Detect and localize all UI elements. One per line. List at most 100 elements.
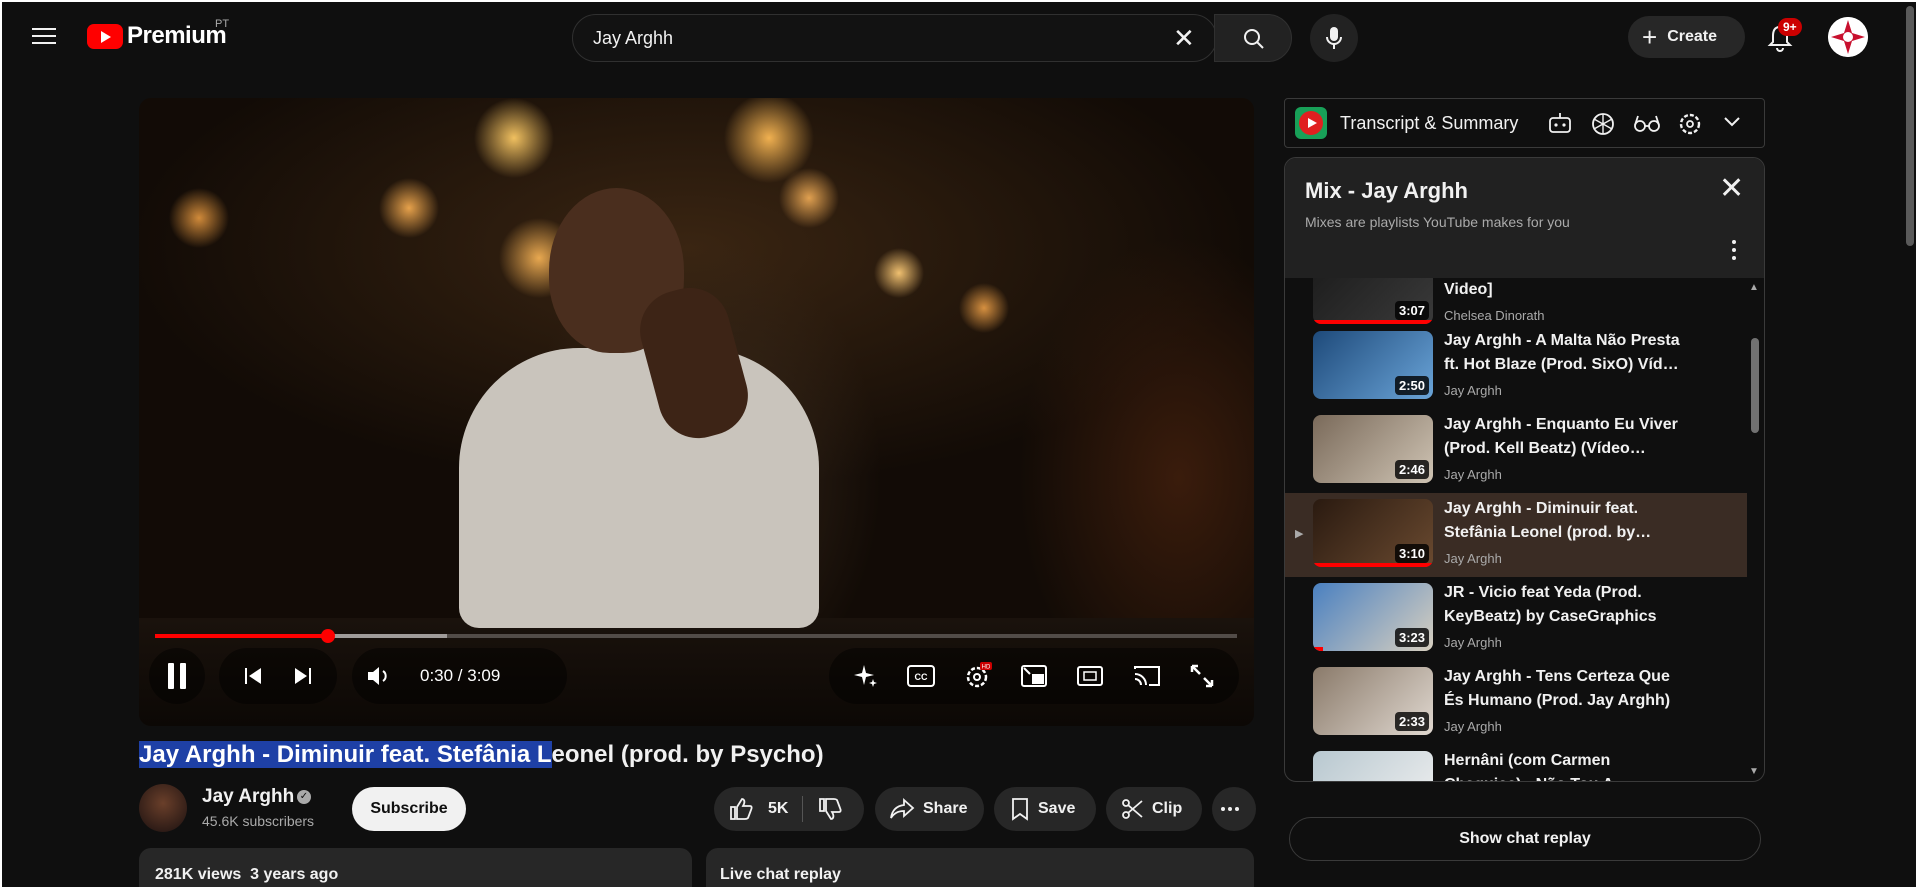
video-title-selected-text: Jay Arghh - Diminuir feat. Stefânia L: [139, 741, 552, 768]
settings-gear-icon[interactable]: HD: [964, 662, 992, 690]
subscribe-button[interactable]: Subscribe: [352, 787, 466, 831]
right-controls: CC HD: [829, 648, 1239, 704]
watched-progress-bar: [1313, 563, 1433, 567]
cast-icon[interactable]: [1133, 664, 1161, 688]
channel-name[interactable]: Jay Arghh: [202, 786, 294, 808]
mix-item-thumbnail[interactable]: 2:33: [1313, 667, 1433, 735]
close-icon[interactable]: ✕: [1719, 174, 1744, 204]
openai-icon[interactable]: [1590, 111, 1616, 137]
mix-list: 3:07 (@AndersonMario) [Lyric Video] Chelse…: [1285, 278, 1764, 781]
live-chat-label: Live chat replay: [720, 866, 841, 883]
search-input[interactable]: Jay Arghh: [593, 28, 673, 49]
save-label: Save: [1038, 800, 1076, 817]
search-icon: [1244, 29, 1264, 49]
mix-list-item[interactable]: ▶ 3:10 Jay Arghh - Diminuir feat. Stefânia…: [1285, 493, 1747, 577]
ai-sparkle-icon[interactable]: [853, 663, 879, 689]
upload-age: 3 years ago: [250, 866, 339, 883]
create-button[interactable]: + Create: [1628, 16, 1745, 58]
robot-icon[interactable]: [1547, 111, 1573, 135]
chevron-down-icon[interactable]: [1723, 116, 1741, 128]
extension-settings-icon[interactable]: [1677, 111, 1703, 137]
progress-played: [155, 634, 329, 638]
like-dislike-group: 5K: [714, 787, 864, 831]
clip-button[interactable]: Clip: [1106, 787, 1202, 831]
next-icon[interactable]: [292, 665, 314, 687]
mix-item-title[interactable]: Jay Arghh - A Malta Não Presta ft. Hot B…: [1444, 329, 1684, 377]
mix-item-title[interactable]: JR - Vicio feat Yeda (Prod. KeyBeatz) by…: [1444, 581, 1684, 629]
mix-list-item[interactable]: 2:50 Jay Arghh - A Malta Não Presta ft. H…: [1285, 325, 1747, 409]
subtitles-icon[interactable]: CC: [907, 665, 936, 687]
save-button[interactable]: Save: [994, 787, 1096, 831]
plus-icon: +: [1642, 22, 1658, 52]
more-actions-button[interactable]: [1212, 787, 1256, 831]
channel-avatar[interactable]: [139, 784, 187, 832]
video-player[interactable]: 0:30 / 3:09 CC HD: [139, 98, 1254, 726]
like-thumb-icon[interactable]: [728, 796, 754, 822]
mix-list-item[interactable]: Hernâni (com Carmen Chaquice) - Não Tou …: [1285, 745, 1747, 781]
live-chat-box[interactable]: Live chat replay: [706, 848, 1254, 887]
mix-item-thumbnail[interactable]: 2:46: [1313, 415, 1433, 483]
svg-text:HD: HD: [981, 665, 990, 671]
mix-item-title[interactable]: Jay Arghh - Tens Certeza Que És Humano (…: [1444, 665, 1684, 713]
subscriber-count: 45.6K subscribers: [202, 813, 315, 829]
youtube-premium-logo[interactable]: Premium PT: [87, 18, 229, 50]
masthead: Premium PT Jay Arghh ✕ + Create 9+: [2, 2, 1916, 72]
previous-icon[interactable]: [242, 665, 264, 687]
menu-icon[interactable]: [30, 23, 58, 51]
search-button[interactable]: [1214, 14, 1292, 62]
scroll-up-arrow-icon[interactable]: ▲: [1749, 282, 1759, 293]
verified-check-icon: ✓: [297, 790, 311, 804]
mix-item-title[interactable]: Jay Arghh - Diminuir feat. Stefânia Leon…: [1444, 497, 1684, 545]
account-avatar[interactable]: [1828, 17, 1868, 57]
mix-list-item[interactable]: 2:33 Jay Arghh - Tens Certeza Que És Huma…: [1285, 661, 1747, 745]
mix-item-title[interactable]: Hernâni (com Carmen Chaquice) - Não Tou …: [1444, 749, 1684, 781]
browser-window: Premium PT Jay Arghh ✕ + Create 9+ 0:30 …: [2, 2, 1916, 887]
theater-mode-icon[interactable]: [1076, 665, 1104, 687]
mix-list-item[interactable]: 2:46 Jay Arghh - Enquanto Eu Viver (Prod.…: [1285, 409, 1747, 493]
miniplayer-icon[interactable]: [1020, 664, 1048, 688]
fullscreen-icon[interactable]: [1189, 663, 1215, 689]
mix-more-vertical-icon[interactable]: [1731, 240, 1737, 264]
mix-item-channel: Jay Arghh: [1444, 719, 1502, 734]
bookmark-icon: [1012, 798, 1028, 821]
volume-time-group: 0:30 / 3:09: [352, 648, 567, 704]
svg-text:CC: CC: [915, 672, 928, 682]
voice-search-button[interactable]: [1310, 14, 1358, 62]
video-frame-person: [449, 188, 869, 688]
mix-list-item[interactable]: 3:23 JR - Vicio feat Yeda (Prod. KeyBeatz…: [1285, 577, 1747, 661]
like-count[interactable]: 5K: [768, 800, 788, 818]
glasses-icon[interactable]: [1633, 111, 1661, 135]
transcript-extension-logo-icon: [1295, 107, 1327, 139]
mix-item-thumbnail[interactable]: 2:50: [1313, 331, 1433, 399]
mix-item-title[interactable]: Jay Arghh - Enquanto Eu Viver (Prod. Kel…: [1444, 413, 1684, 461]
share-label: Share: [923, 800, 968, 817]
watched-progress-bar: [1313, 647, 1323, 651]
mix-subtitle: Mixes are playlists YouTube makes for yo…: [1305, 214, 1570, 230]
mix-item-thumbnail[interactable]: 3:23: [1313, 583, 1433, 651]
page-scrollbar-thumb[interactable]: [1906, 6, 1914, 246]
duration-badge: 3:10: [1394, 544, 1429, 563]
scrubber-handle[interactable]: [321, 629, 336, 643]
scissors-icon: [1122, 799, 1143, 819]
like-divider: [802, 796, 804, 822]
share-button[interactable]: Share: [875, 787, 984, 831]
clear-search-icon[interactable]: ✕: [1173, 25, 1195, 51]
mix-item-thumbnail[interactable]: 3:10: [1313, 499, 1433, 567]
show-chat-replay-button[interactable]: Show chat replay: [1289, 817, 1761, 861]
pause-button[interactable]: [149, 648, 205, 704]
mix-item-thumbnail[interactable]: 3:07: [1313, 278, 1433, 324]
mix-item-title[interactable]: (@AndersonMario) [Lyric Video]: [1444, 278, 1684, 302]
scroll-down-arrow-icon[interactable]: ▼: [1749, 766, 1759, 777]
dislike-thumb-icon[interactable]: [817, 796, 843, 822]
description-box[interactable]: 281K views 3 years ago: [139, 848, 692, 887]
volume-icon[interactable]: [366, 664, 392, 688]
mix-title[interactable]: Mix - Jay Arghh: [1305, 178, 1468, 204]
mix-scrollbar-thumb[interactable]: [1751, 338, 1759, 433]
more-horizontal-icon: [1221, 807, 1239, 811]
youtube-logo-icon: [87, 23, 123, 49]
search-box[interactable]: Jay Arghh ✕: [572, 14, 1217, 62]
share-icon: [890, 798, 915, 819]
transcript-extension-bar[interactable]: Transcript & Summary: [1284, 98, 1765, 148]
mix-item-channel: Jay Arghh: [1444, 635, 1502, 650]
mix-item-thumbnail[interactable]: [1313, 751, 1433, 781]
